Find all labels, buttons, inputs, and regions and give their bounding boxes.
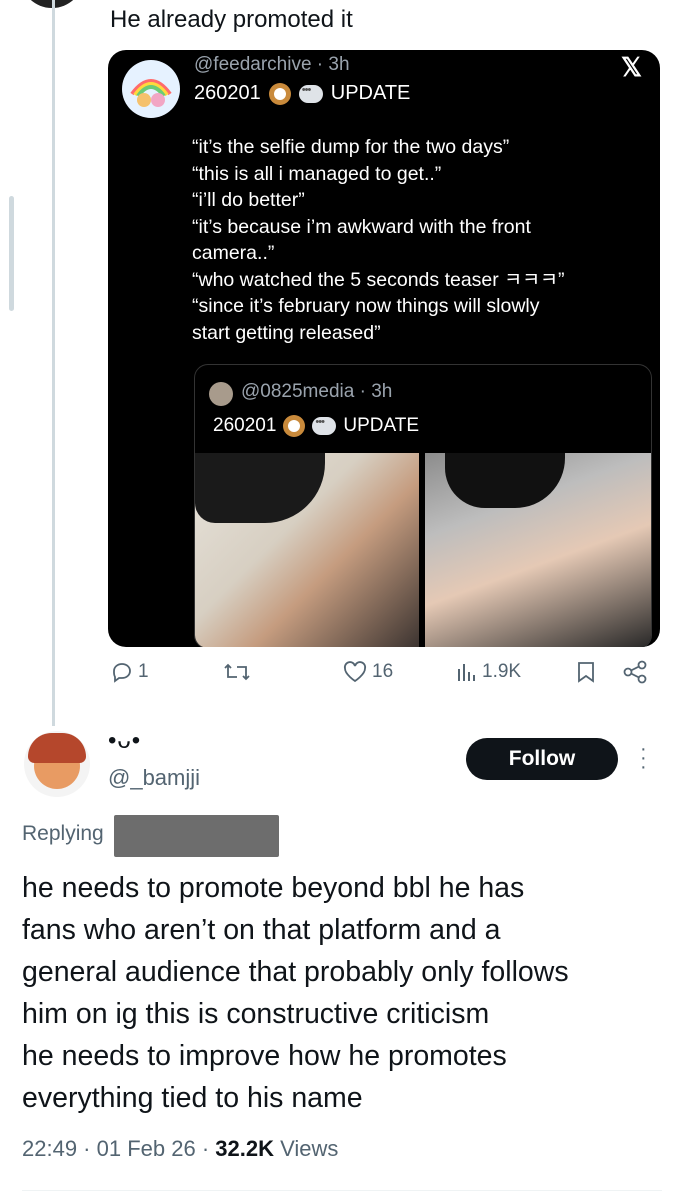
speech-bubble-icon: [312, 416, 337, 435]
share-button[interactable]: [622, 660, 648, 684]
thread-connector: [52, 0, 55, 726]
reply-avatar[interactable]: [24, 731, 90, 797]
embedded-post-image[interactable]: @feedarchive · 3h 260201 UPDATE 𝕏 “it’s …: [108, 50, 660, 647]
like-button[interactable]: 16: [342, 660, 393, 684]
action-bar: 1 16 1.9K: [0, 660, 681, 700]
inner-handle: @0825media · 3h: [241, 381, 393, 402]
scroll-indicator: [9, 196, 14, 311]
analytics-icon: [458, 664, 475, 681]
inner-quoted-post: @0825media · 3h 260201 UPDATE: [194, 364, 652, 647]
reply-icon: [113, 663, 131, 683]
repost-button[interactable]: [222, 660, 252, 684]
puppy-emoji-icon: [283, 415, 306, 437]
bookmark-button[interactable]: [576, 660, 596, 684]
share-icon: [623, 660, 647, 684]
reply-display-name[interactable]: •ᴗ•: [108, 727, 141, 755]
card-quotes: “it’s the selfie dump for the two days” …: [192, 136, 565, 344]
heart-icon: [343, 661, 367, 683]
view-count: 32.2K: [215, 1136, 274, 1161]
post-time[interactable]: 22:49: [22, 1136, 77, 1161]
bookmark-icon: [578, 662, 594, 683]
repost-icon: [224, 663, 250, 681]
reply-text: he needs to promote beyond bbl he has fa…: [22, 872, 569, 1114]
post-date[interactable]: 01 Feb 26: [97, 1136, 196, 1161]
views-button[interactable]: 1.9K: [456, 660, 521, 684]
follow-button[interactable]: Follow: [466, 738, 618, 780]
puppy-emoji-icon: [268, 82, 291, 105]
card-title: 260201 UPDATE: [194, 82, 410, 105]
post-meta: 22:49 · 01 Feb 26 · 32.2K Views: [22, 1136, 339, 1161]
speech-bubble-icon: [298, 84, 323, 103]
selfie-photo-2: [425, 453, 651, 647]
inner-avatar: [209, 382, 233, 406]
redacted-block: [114, 815, 279, 857]
replying-to-label: Replying: [22, 822, 104, 845]
card-handle: @feedarchive · 3h: [194, 54, 350, 75]
card-avatar: [122, 60, 180, 118]
inner-title: 260201 UPDATE: [213, 415, 419, 437]
reply-handle[interactable]: @_bamjji: [108, 765, 200, 791]
more-icon[interactable]: · · ·: [640, 739, 647, 777]
reply-button[interactable]: 1: [110, 660, 149, 684]
selfie-photo-1: [195, 453, 419, 647]
x-logo-icon: 𝕏: [621, 52, 642, 82]
divider: [22, 1190, 662, 1191]
views-label: Views: [280, 1136, 339, 1161]
post-text: He already promoted it: [110, 6, 353, 33]
